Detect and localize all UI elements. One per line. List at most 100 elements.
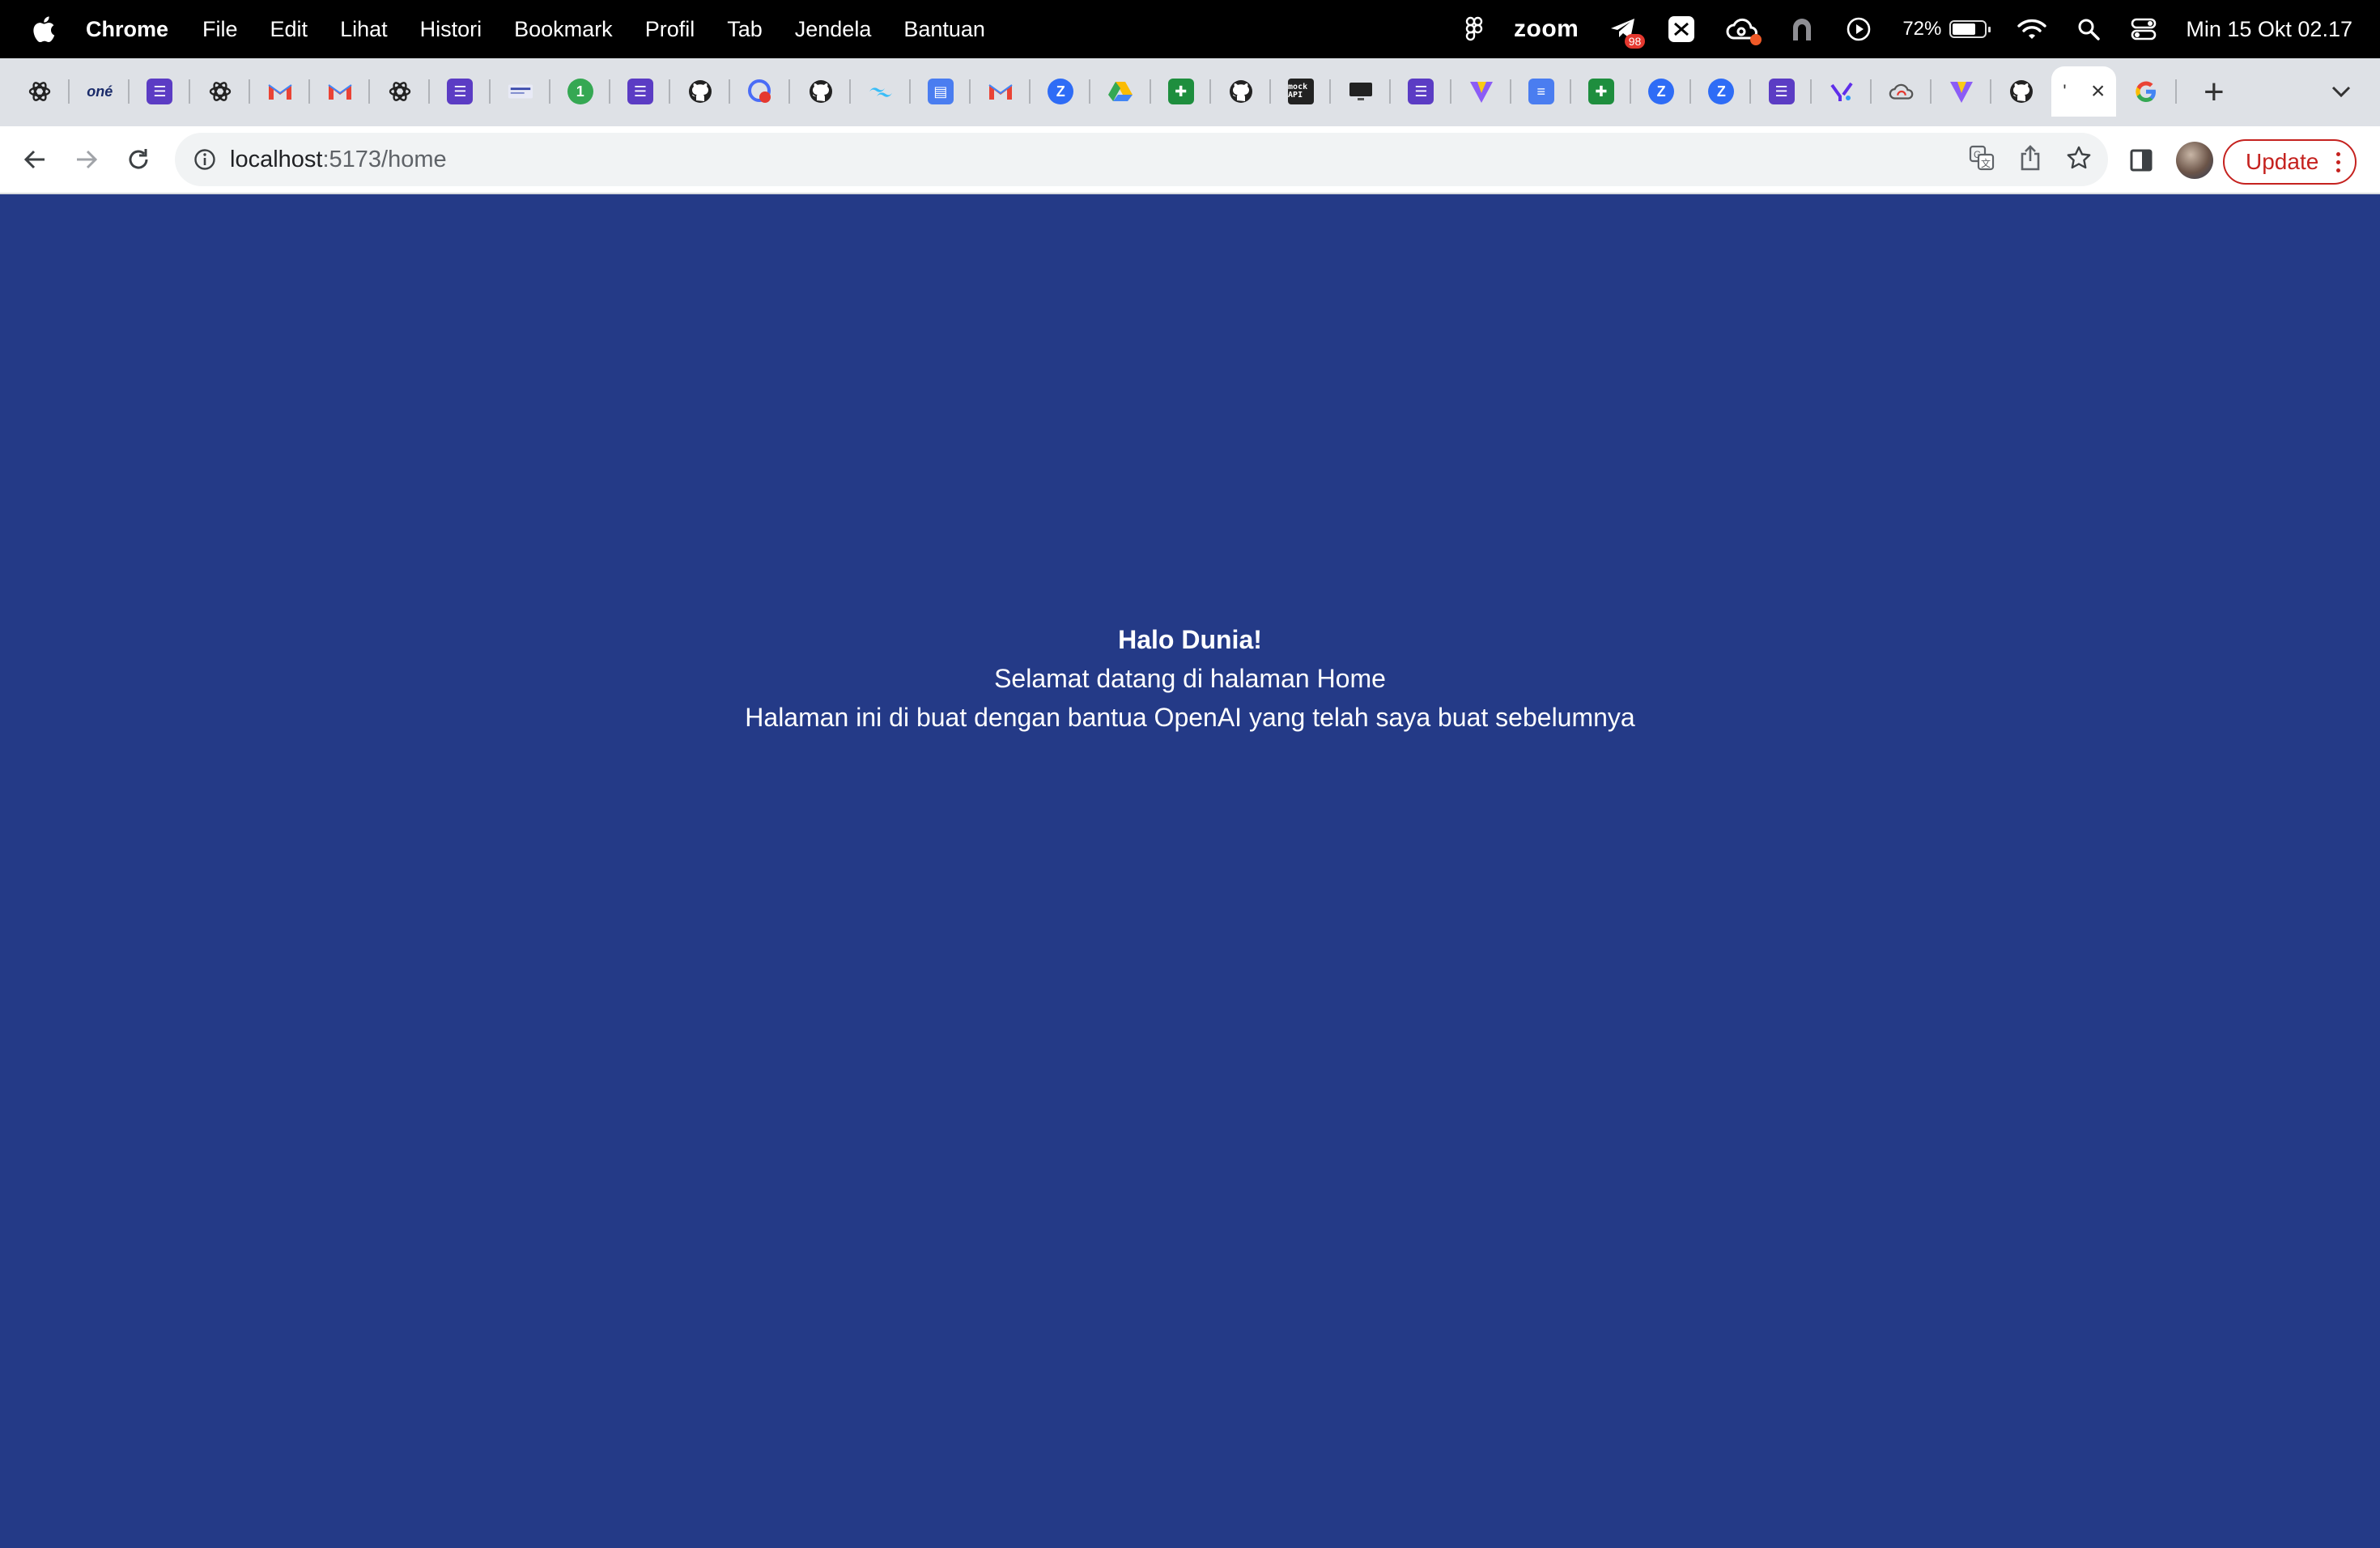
menu-bookmarks[interactable]: Bookmark xyxy=(514,17,613,42)
address-bar[interactable]: localhost:5173/home G文 xyxy=(175,133,2108,186)
control-center-icon[interactable] xyxy=(2131,13,2157,45)
browser-tab[interactable] xyxy=(1451,66,1511,117)
tailwind-icon xyxy=(868,79,894,104)
tab-search-chevron-icon[interactable] xyxy=(2330,84,2352,103)
chatgpt-icon xyxy=(387,79,413,104)
menu-tab[interactable]: Tab xyxy=(727,17,763,42)
google-icon xyxy=(2133,79,2159,104)
zap-icon: Z xyxy=(1648,79,1675,104)
cloud-icon xyxy=(1889,79,1915,104)
list-icon: ☰ xyxy=(627,79,653,104)
figma-icon[interactable] xyxy=(1465,13,1483,45)
list-icon: ☰ xyxy=(1768,79,1795,104)
browser-tab[interactable]: ☰ xyxy=(1751,66,1812,117)
browser-tab[interactable]: 1 xyxy=(550,66,611,117)
browser-tab[interactable] xyxy=(370,66,431,117)
menu-bar-clock[interactable]: Min 15 Okt 02.17 xyxy=(2186,17,2352,42)
browser-tab[interactable] xyxy=(10,66,70,117)
browser-tab[interactable] xyxy=(851,66,912,117)
menu-file[interactable]: File xyxy=(202,17,238,42)
macos-menu-bar: Chrome File Edit Lihat Histori Bookmark … xyxy=(0,0,2380,58)
reload-icon xyxy=(129,149,148,169)
menu-window[interactable]: Jendela xyxy=(795,17,872,42)
menu-view[interactable]: Lihat xyxy=(340,17,388,42)
browser-tab[interactable]: ☰ xyxy=(1391,66,1451,117)
translate-icon[interactable]: G文 xyxy=(1969,145,1995,175)
list-icon: ☰ xyxy=(447,79,474,104)
share-icon[interactable] xyxy=(2019,144,2042,175)
new-tab-button[interactable]: + xyxy=(2204,74,2225,110)
menu-history[interactable]: Histori xyxy=(420,17,482,42)
browser-tab[interactable] xyxy=(790,66,851,117)
browser-tab[interactable] xyxy=(971,66,1031,117)
zap-icon: Z xyxy=(1048,79,1074,104)
browser-tab[interactable]: oné xyxy=(70,66,130,117)
zap-icon: Z xyxy=(1708,79,1735,104)
site-info-icon[interactable] xyxy=(191,146,219,173)
browser-tab[interactable]: ≡ xyxy=(1511,66,1572,117)
update-button[interactable]: Update xyxy=(2223,139,2357,185)
browser-tab[interactable] xyxy=(2116,66,2177,117)
tab-close-icon[interactable]: × xyxy=(2091,79,2106,104)
forward-button[interactable] xyxy=(68,141,105,178)
browser-tab[interactable]: ☰ xyxy=(430,66,491,117)
browser-tab[interactable]: Z xyxy=(1691,66,1752,117)
monitor-icon xyxy=(1348,79,1374,104)
telegram-icon[interactable]: 98 xyxy=(1609,13,1646,49)
browser-tab[interactable]: ✚ xyxy=(1571,66,1632,117)
browser-tab[interactable] xyxy=(1331,66,1392,117)
spotlight-search-icon[interactable] xyxy=(2077,13,2101,45)
browser-tab[interactable] xyxy=(1872,66,1932,117)
forward-arrow-icon xyxy=(77,150,98,169)
browser-tab[interactable] xyxy=(730,66,791,117)
menu-help[interactable]: Bantuan xyxy=(903,17,985,42)
creative-cloud-icon[interactable] xyxy=(1726,13,1762,45)
arc-icon[interactable] xyxy=(1789,13,1815,45)
play-icon[interactable] xyxy=(1846,13,1872,45)
active-tab-title: ' xyxy=(2063,81,2067,101)
apple-logo-icon[interactable] xyxy=(29,14,57,45)
back-button[interactable] xyxy=(16,141,53,178)
browser-tab[interactable]: ▤ xyxy=(911,66,971,117)
yahoo-icon xyxy=(1829,79,1855,104)
browser-tab[interactable]: Z xyxy=(1631,66,1692,117)
browser-tab[interactable]: ☰ xyxy=(610,66,671,117)
menu-app-name[interactable]: Chrome xyxy=(86,17,168,42)
browser-tab[interactable]: Z xyxy=(1031,66,1091,117)
browser-tab[interactable] xyxy=(1090,66,1151,117)
wifi-icon[interactable] xyxy=(2017,13,2047,45)
menu-profile[interactable]: Profil xyxy=(645,17,695,42)
github-icon xyxy=(687,79,713,104)
one-icon: oné xyxy=(87,83,113,100)
svg-text:文: 文 xyxy=(1981,157,1991,169)
browser-tab[interactable] xyxy=(1211,66,1272,117)
more-menu-icon xyxy=(2336,151,2341,172)
battery-status[interactable]: 72% xyxy=(1902,13,1991,45)
chatgpt-icon xyxy=(207,79,233,104)
vite-icon xyxy=(1468,79,1494,104)
browser-tab[interactable] xyxy=(670,66,731,117)
url-host: localhost xyxy=(230,146,323,172)
browser-tab[interactable]: ☰ xyxy=(130,66,190,117)
menu-edit[interactable]: Edit xyxy=(270,17,308,42)
bookmark-star-icon[interactable] xyxy=(2066,145,2092,175)
browser-tab[interactable] xyxy=(250,66,311,117)
browser-tab[interactable] xyxy=(1932,66,1992,117)
gmail-icon xyxy=(988,79,1014,104)
browser-tab[interactable] xyxy=(310,66,371,117)
profile-avatar[interactable] xyxy=(2176,136,2213,185)
side-panel-icon[interactable] xyxy=(2129,136,2153,185)
gmail-icon xyxy=(327,79,353,104)
list-icon: ☰ xyxy=(1408,79,1434,104)
browser-tab[interactable] xyxy=(1991,66,2051,117)
url-text[interactable]: localhost:5173/home xyxy=(230,147,447,173)
reload-button[interactable] xyxy=(120,141,157,178)
active-tab[interactable]: ' × xyxy=(2051,66,2117,117)
browser-tab[interactable]: ✚ xyxy=(1151,66,1211,117)
capcut-icon[interactable] xyxy=(1668,13,1695,45)
zoom-status-icon[interactable]: zoom xyxy=(1514,13,1579,45)
browser-tab[interactable] xyxy=(1812,66,1872,117)
browser-tab[interactable] xyxy=(491,66,550,117)
browser-tab[interactable]: mock API xyxy=(1271,66,1332,117)
browser-tab[interactable] xyxy=(190,66,250,117)
